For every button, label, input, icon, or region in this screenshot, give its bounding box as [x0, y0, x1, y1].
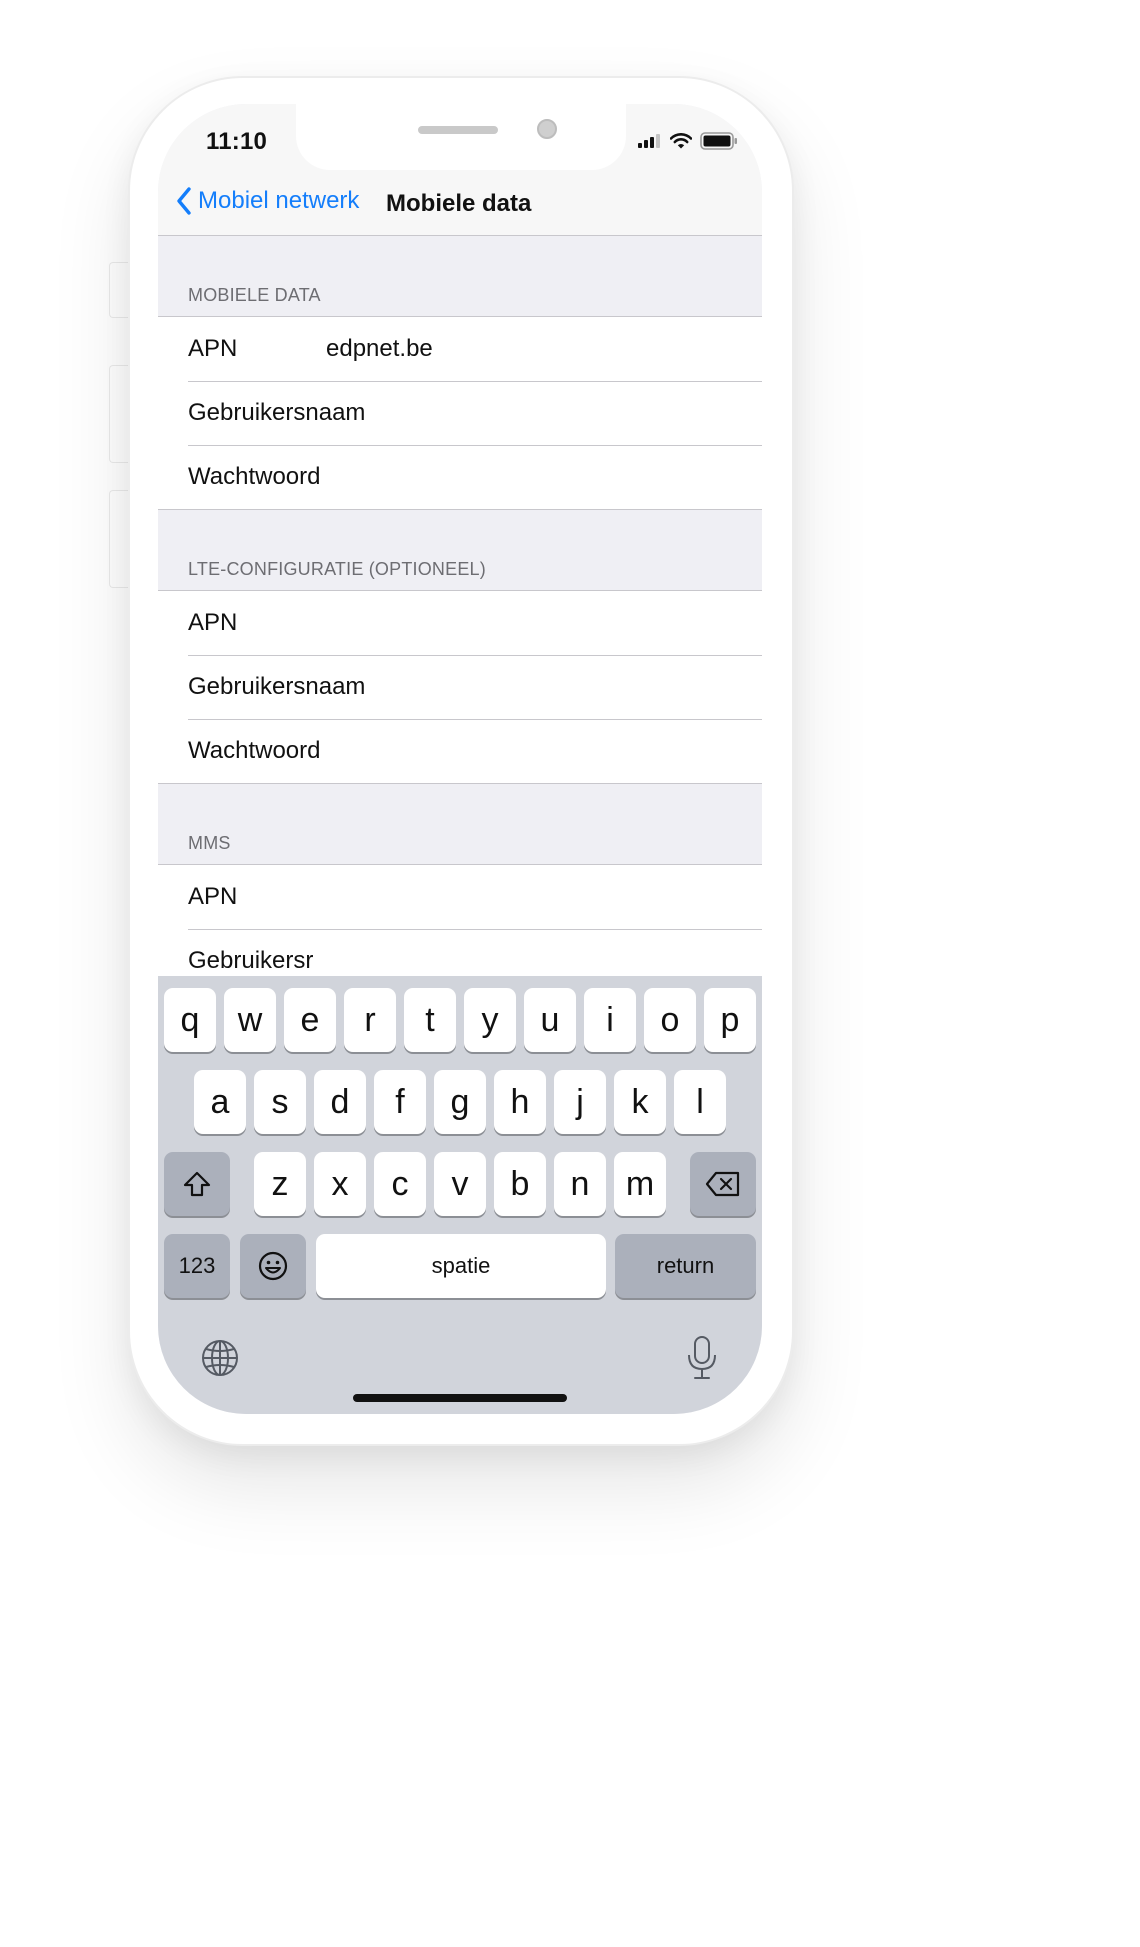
key-m[interactable]: m — [614, 1152, 666, 1216]
key-k[interactable]: k — [614, 1070, 666, 1134]
key-u[interactable]: u — [524, 988, 576, 1052]
lte-password-field[interactable]: Wachtwoord — [158, 719, 762, 783]
delete-key[interactable] — [690, 1152, 756, 1216]
cellular-signal-icon — [638, 134, 660, 148]
key-e[interactable]: e — [284, 988, 336, 1052]
key-f[interactable]: f — [374, 1070, 426, 1134]
key-j[interactable]: j — [554, 1070, 606, 1134]
lte-username-field[interactable]: Gebruikersnaam — [158, 655, 762, 719]
shift-key[interactable] — [164, 1152, 230, 1216]
return-key[interactable]: return — [615, 1234, 756, 1298]
page-title: Mobiele data — [386, 190, 532, 217]
key-v[interactable]: v — [434, 1152, 486, 1216]
microphone-icon — [688, 1336, 716, 1379]
space-key[interactable]: spatie — [316, 1234, 606, 1298]
field-label: APN — [188, 883, 238, 910]
key-h[interactable]: h — [494, 1070, 546, 1134]
key-c[interactable]: c — [374, 1152, 426, 1216]
field-label: Gebruikersnaam — [188, 399, 366, 426]
field-label: Wachtwoord — [188, 737, 321, 764]
section-header-label: LTE-CONFIGURATIE (OPTIONEEL) — [188, 559, 486, 579]
key-i[interactable]: i — [584, 988, 636, 1052]
key-a[interactable]: a — [194, 1070, 246, 1134]
microphone-button[interactable] — [678, 1332, 726, 1384]
keyboard-row-3: z x c v b n m — [158, 1152, 762, 1218]
key-b[interactable]: b — [494, 1152, 546, 1216]
numbers-key[interactable]: 123 — [164, 1234, 230, 1298]
globe-button[interactable] — [196, 1334, 244, 1382]
field-label: Gebruikersnaam — [188, 673, 366, 700]
phone-screen: 11:10 Mobiel netwerk Mobiele data MOBIEL… — [158, 104, 762, 1414]
section-group-lte: APN Gebruikersnaam Wachtwoord — [158, 590, 762, 784]
back-button[interactable]: Mobiel netwerk — [176, 187, 359, 215]
back-button-label: Mobiel netwerk — [198, 187, 360, 214]
key-l[interactable]: l — [674, 1070, 726, 1134]
earpiece-speaker — [418, 126, 498, 134]
front-camera — [537, 119, 557, 139]
lte-apn-field[interactable]: APN — [158, 591, 762, 655]
keyboard: q w e r t y u i o p a s d f g h j k l z … — [158, 976, 762, 1414]
backspace-icon — [705, 1171, 740, 1197]
key-x[interactable]: x — [314, 1152, 366, 1216]
section-group-mms: APN Gebruikersr — [158, 864, 762, 978]
wifi-icon — [670, 133, 692, 149]
key-d[interactable]: d — [314, 1070, 366, 1134]
section-header-label: MOBIELE DATA — [188, 285, 321, 305]
globe-icon — [202, 1340, 238, 1376]
key-q[interactable]: q — [164, 988, 216, 1052]
shift-icon — [183, 1171, 211, 1197]
key-r[interactable]: r — [344, 988, 396, 1052]
section-group-mobiele-data: APN edpnet.be Gebruikersnaam Wachtwoord — [158, 316, 762, 510]
status-icons — [638, 132, 738, 150]
keyboard-row-4: 123 spatie return — [158, 1234, 762, 1300]
username-field[interactable]: Gebruikersnaam — [158, 381, 762, 445]
navigation-bar: Mobiel netwerk Mobiele data — [158, 184, 762, 236]
key-y[interactable]: y — [464, 988, 516, 1052]
emoji-icon — [258, 1251, 288, 1281]
section-header-mobiele-data: MOBIELE DATA — [158, 236, 762, 316]
field-label: Gebruikersr — [188, 947, 314, 974]
field-label: APN — [188, 335, 238, 362]
key-g[interactable]: g — [434, 1070, 486, 1134]
battery-icon — [700, 132, 737, 150]
section-header-lte: LTE-CONFIGURATIE (OPTIONEEL) — [158, 510, 762, 590]
key-o[interactable]: o — [644, 988, 696, 1052]
key-n[interactable]: n — [554, 1152, 606, 1216]
key-w[interactable]: w — [224, 988, 276, 1052]
key-t[interactable]: t — [404, 988, 456, 1052]
key-p[interactable]: p — [704, 988, 756, 1052]
home-indicator[interactable] — [353, 1394, 567, 1402]
password-field[interactable]: Wachtwoord — [158, 445, 762, 509]
apn-field[interactable]: APN edpnet.be — [158, 317, 762, 381]
mms-username-field[interactable]: Gebruikersr — [158, 929, 762, 978]
field-label: APN — [188, 609, 238, 636]
keyboard-row-2: a s d f g h j k l — [158, 1070, 762, 1136]
section-header-label: MMS — [188, 833, 231, 853]
keyboard-row-1: q w e r t y u i o p — [158, 988, 762, 1054]
section-header-mms: MMS — [158, 784, 762, 864]
field-value[interactable]: edpnet.be — [326, 335, 433, 363]
settings-list[interactable]: MOBIELE DATA APN edpnet.be Gebruikersnaa… — [158, 236, 762, 978]
status-time: 11:10 — [206, 128, 268, 155]
emoji-key[interactable] — [240, 1234, 306, 1298]
field-label: Wachtwoord — [188, 463, 321, 490]
chevron-left-icon — [177, 187, 191, 215]
device-notch — [296, 104, 626, 170]
mms-apn-field[interactable]: APN — [158, 865, 762, 929]
key-s[interactable]: s — [254, 1070, 306, 1134]
key-z[interactable]: z — [254, 1152, 306, 1216]
